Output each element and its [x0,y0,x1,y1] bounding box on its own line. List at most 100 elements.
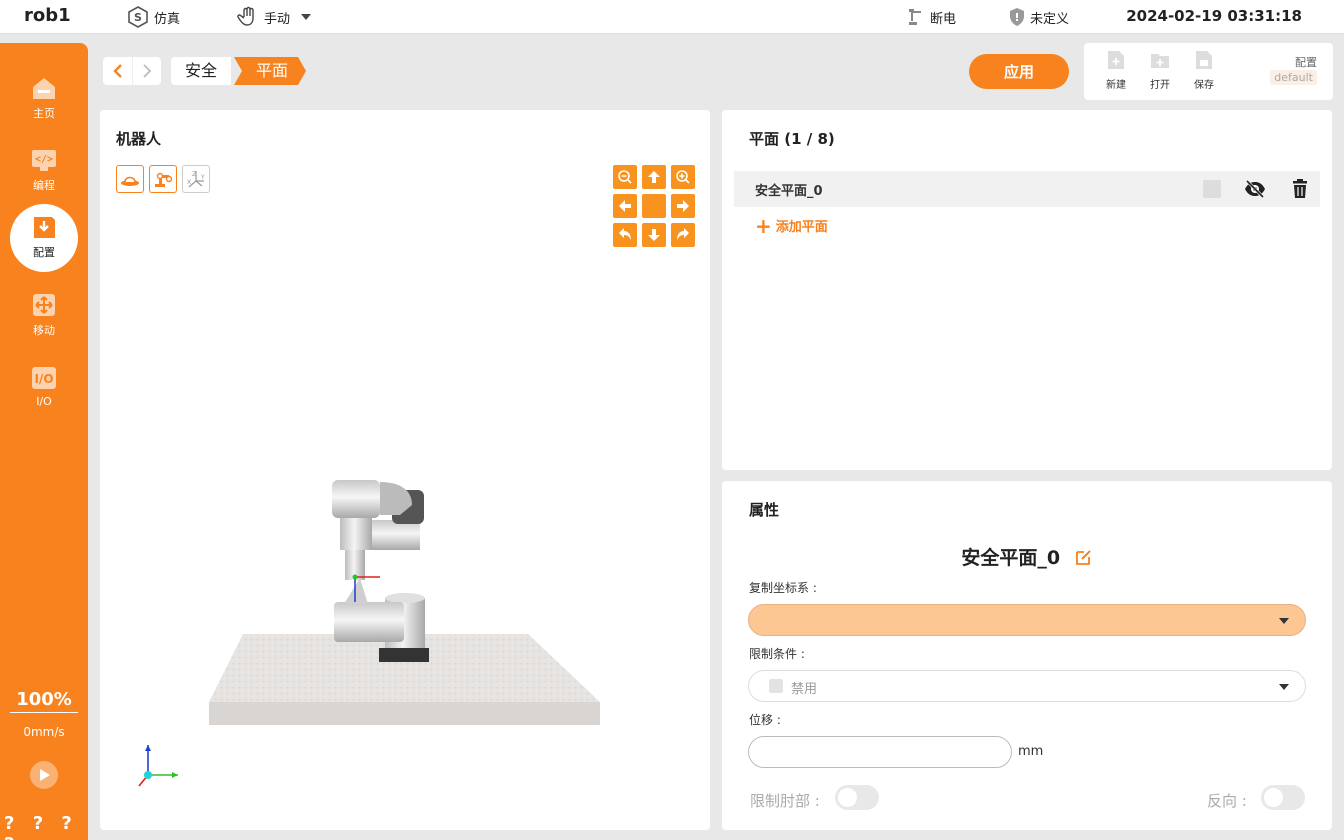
displacement-unit: mm [1018,744,1044,759]
pan-right-button[interactable] [671,194,695,218]
plus-icon: + [755,213,772,238]
reverse-label: 反向 : [1207,792,1247,810]
pan-up-button[interactable] [642,165,666,189]
plane-list-item[interactable]: 安全平面_0 [734,171,1320,207]
zoom-in-icon [676,170,690,184]
power-label: 断电 [930,11,957,27]
add-plane-button[interactable]: + 添加平面 [755,213,828,238]
svg-text:I/O: I/O [34,372,53,386]
new-file-icon [1108,51,1124,69]
safety-status: 未定义 [1008,0,1069,34]
limit-elbow-label: 限制肘部 : [750,792,820,810]
sidebar-item-label: 移动 [33,324,55,337]
breadcrumb-plane[interactable]: 平面 [234,57,306,85]
limit-select[interactable]: 禁用 [748,670,1306,702]
back-button[interactable] [103,57,132,85]
simulation-indicator[interactable]: S 仿真 [126,0,180,34]
copy-frame-label: 复制坐标系 : [749,581,817,595]
io-icon: I/O [32,366,56,389]
plane-name-text: 安全平面_0 [961,547,1061,569]
svg-text:X: X [187,179,191,186]
svg-text:Y: Y [200,174,205,181]
breadcrumb-safety[interactable]: 安全 [171,57,232,85]
caret-down-icon [1279,684,1289,690]
open-button[interactable]: 打开 [1142,49,1178,91]
power-status: 断电 [906,0,956,34]
pan-down-button[interactable] [642,223,666,247]
status-marks: ? ? ? ? [4,813,78,840]
edit-icon[interactable] [1075,548,1093,566]
toggle-knob [1264,788,1283,807]
trash-icon[interactable] [1291,178,1309,200]
rotate-right-icon [677,228,689,240]
history-nav [103,57,161,85]
speed-mm: 0mm/s [23,725,65,739]
save-label: 保存 [1194,80,1214,91]
file-toolbar: 新建 打开 保存 配置 default [1084,43,1333,100]
arrow-right-icon [677,200,689,212]
chevron-right-icon [143,64,152,78]
chevron-left-icon [112,64,122,78]
axes-icon: Z Y X [187,171,205,188]
new-button[interactable]: 新建 [1098,49,1134,91]
plane-enable-checkbox[interactable] [1203,180,1221,198]
eye-off-icon[interactable] [1244,178,1266,200]
caret-down-icon [1279,618,1289,624]
show-axes-button[interactable]: ZY X [182,165,210,193]
folder-icon [1151,54,1169,68]
robot-icon [155,172,173,187]
pan-left-button[interactable] [613,194,637,218]
home-icon [33,78,55,99]
sidebar-item-io[interactable]: I/O I/O [0,353,88,419]
sidebar-item-program[interactable]: </> 编程 [0,137,88,203]
zoom-in-button[interactable] [671,165,695,189]
forward-button[interactable] [132,57,161,85]
save-file-icon [1196,51,1212,69]
apply-button[interactable]: 应用 [969,54,1069,89]
config-label: 配置 [1295,56,1317,69]
sidebar-item-move[interactable]: 移动 [0,282,88,348]
sidebar-item-config[interactable]: 配置 [0,204,88,272]
play-icon [40,769,50,781]
plane-name-heading: 安全平面_0 [722,543,1332,570]
work-table [209,634,600,702]
robot-arm-icon [909,9,921,25]
svg-text:</>: </> [35,154,53,165]
displacement-input[interactable] [748,736,1012,768]
limit-checkbox [769,679,783,693]
rotate-left-button[interactable] [613,223,637,247]
base-plane-icon [121,176,139,186]
arrow-left-icon [619,200,631,212]
show-base-button[interactable] [116,165,144,193]
robot-name: rob1 [24,5,71,26]
zoom-out-icon [618,170,632,184]
limit-label: 限制条件 : [749,647,805,661]
rotate-right-button[interactable] [671,223,695,247]
limit-elbow-toggle[interactable] [835,785,879,810]
speed-percent[interactable]: 100% [10,689,78,713]
sidebar-item-label: 编程 [33,179,55,192]
breadcrumb-plane-label: 平面 [256,61,289,80]
view-control-pad [613,165,695,247]
arrow-down-icon [648,229,660,241]
add-plane-label: 添加平面 [775,220,828,235]
open-label: 打开 [1150,80,1170,91]
config-value[interactable]: default [1270,70,1317,85]
copy-frame-select[interactable] [748,604,1306,636]
hand-icon [237,6,254,26]
robot-panel: 机器人 ZY X [100,110,710,830]
sidebar-item-label: 主页 [33,107,55,120]
zoom-out-button[interactable] [613,165,637,189]
show-robot-button[interactable] [149,165,177,193]
sidebar: 主页 </> 编程 配置 移动 I/O I/O 100% 0mm/s ? ? ?… [0,43,88,840]
sidebar-item-home[interactable]: 主页 [0,65,88,131]
mode-dropdown[interactable]: 手动 [236,0,318,34]
svg-text:Z: Z [192,171,196,178]
save-button[interactable]: 保存 [1186,49,1222,91]
new-label: 新建 [1106,80,1126,91]
reset-view-button[interactable] [642,194,666,218]
arrow-up-icon [648,171,660,183]
reverse-toggle[interactable] [1261,785,1305,810]
play-button[interactable] [30,761,58,789]
caret-down-icon [301,14,312,20]
